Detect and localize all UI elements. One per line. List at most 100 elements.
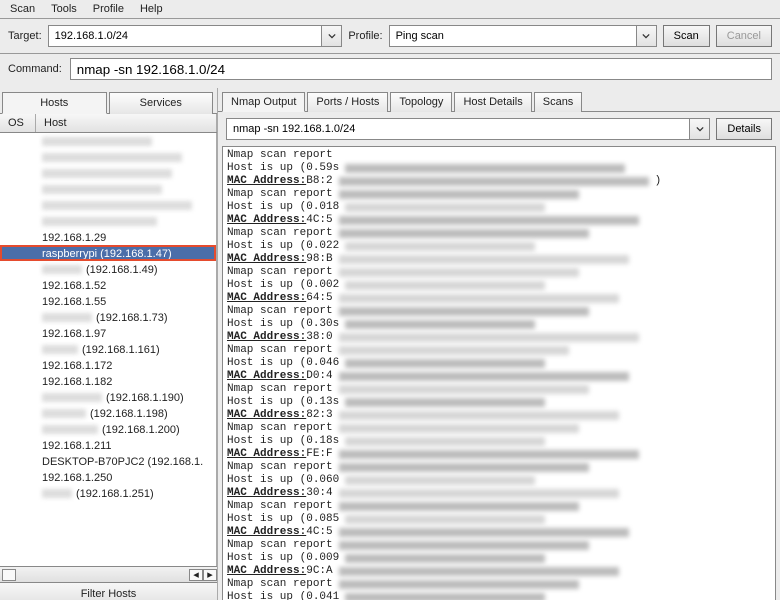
- scroll-left-arrow[interactable]: ◂: [189, 569, 203, 581]
- output-line: MAC Address: FE:F: [227, 448, 771, 461]
- tab-scans[interactable]: Scans: [534, 92, 583, 112]
- output-line: Host is up (0.046: [227, 357, 771, 370]
- redacted-text: [42, 409, 86, 418]
- output-line: Nmap scan report: [227, 383, 771, 396]
- scroll-right-arrow[interactable]: ▸: [203, 569, 217, 581]
- host-row[interactable]: 192.168.1.182: [0, 373, 216, 389]
- host-row[interactable]: 192.168.1.55: [0, 293, 216, 309]
- redacted-text: [339, 229, 589, 238]
- target-dropdown-arrow[interactable]: [321, 26, 341, 46]
- menu-help[interactable]: Help: [140, 3, 163, 15]
- host-row[interactable]: DESKTOP-B70PJC2 (192.168.1.: [0, 453, 216, 469]
- host-row[interactable]: [0, 197, 216, 213]
- host-row[interactable]: [0, 133, 216, 149]
- output-line: Nmap scan report: [227, 422, 771, 435]
- redacted-text: [42, 489, 72, 498]
- output-line: MAC Address: 30:4: [227, 487, 771, 500]
- scroll-thumb[interactable]: [2, 569, 16, 581]
- redacted-text: [42, 153, 182, 162]
- redacted-text: [42, 217, 157, 226]
- output-line: MAC Address: 82:3: [227, 409, 771, 422]
- host-row[interactable]: 192.168.1.29: [0, 229, 216, 245]
- menu-tools[interactable]: Tools: [51, 3, 77, 15]
- profile-combo[interactable]: [389, 25, 657, 47]
- redacted-text: [339, 567, 619, 576]
- output-scan-input[interactable]: [227, 121, 689, 137]
- host-row[interactable]: [0, 165, 216, 181]
- host-row[interactable]: 192.168.1.52: [0, 277, 216, 293]
- host-row[interactable]: (192.168.1.251): [0, 485, 216, 501]
- redacted-text: [339, 190, 579, 199]
- host-row[interactable]: (192.168.1.190): [0, 389, 216, 405]
- redacted-text: [345, 242, 535, 251]
- output-line: Nmap scan report: [227, 149, 771, 162]
- host-row[interactable]: (192.168.1.198): [0, 405, 216, 421]
- host-label: (192.168.1.190): [106, 392, 184, 404]
- col-os[interactable]: OS: [0, 114, 36, 132]
- host-list[interactable]: 192.168.1.29 raspberrypi (192.168.1.47) (…: [0, 133, 217, 566]
- host-row[interactable]: (192.168.1.200): [0, 421, 216, 437]
- host-label: 192.168.1.211: [42, 440, 112, 452]
- host-row[interactable]: (192.168.1.73): [0, 309, 216, 325]
- host-row[interactable]: 192.168.1.97: [0, 325, 216, 341]
- host-row[interactable]: [0, 181, 216, 197]
- nmap-output-text[interactable]: Nmap scan reportHost is up (0.59sMAC Add…: [222, 146, 776, 600]
- host-row[interactable]: [0, 213, 216, 229]
- redacted-text: [339, 372, 629, 381]
- redacted-text: [345, 320, 535, 329]
- filter-hosts-button[interactable]: Filter Hosts: [0, 582, 217, 600]
- host-label: 192.168.1.52: [42, 280, 106, 292]
- target-combo[interactable]: [48, 25, 343, 47]
- host-row[interactable]: (192.168.1.161): [0, 341, 216, 357]
- host-row[interactable]: [0, 149, 216, 165]
- host-label: raspberrypi (192.168.1.47): [42, 248, 172, 260]
- host-label: (192.168.1.200): [102, 424, 180, 436]
- redacted-text: [339, 411, 619, 420]
- output-line: Host is up (0.060: [227, 474, 771, 487]
- redacted-text: [339, 294, 619, 303]
- profile-dropdown-arrow[interactable]: [636, 26, 656, 46]
- tab-nmap-output[interactable]: Nmap Output: [222, 92, 305, 112]
- menu-profile[interactable]: Profile: [93, 3, 124, 15]
- target-input[interactable]: [49, 28, 322, 44]
- output-scan-arrow[interactable]: [689, 119, 709, 139]
- redacted-text: [339, 489, 619, 498]
- host-row[interactable]: raspberrypi (192.168.1.47): [0, 245, 216, 261]
- host-row[interactable]: 192.168.1.211: [0, 437, 216, 453]
- tab-services[interactable]: Services: [109, 92, 214, 114]
- output-line: MAC Address: B8:2): [227, 175, 771, 188]
- output-line: Nmap scan report: [227, 500, 771, 513]
- right-tabs: Nmap Output Ports / Hosts Topology Host …: [218, 88, 780, 112]
- host-row[interactable]: 192.168.1.172: [0, 357, 216, 373]
- output-line: Nmap scan report: [227, 227, 771, 240]
- output-bar: Details: [218, 112, 780, 146]
- tab-topology[interactable]: Topology: [390, 92, 452, 112]
- host-label: DESKTOP-B70PJC2 (192.168.1.: [42, 456, 203, 468]
- output-line: MAC Address: D0:4: [227, 370, 771, 383]
- host-label: (192.168.1.73): [96, 312, 168, 324]
- host-row[interactable]: (192.168.1.49): [0, 261, 216, 277]
- scan-button[interactable]: Scan: [663, 25, 710, 47]
- details-button[interactable]: Details: [716, 118, 772, 140]
- redacted-text: [339, 385, 589, 394]
- host-label: 192.168.1.250: [42, 472, 112, 484]
- redacted-text: [345, 359, 545, 368]
- col-host[interactable]: Host: [36, 114, 217, 132]
- profile-input[interactable]: [390, 28, 636, 44]
- horizontal-scrollbar[interactable]: ◂ ▸: [0, 566, 217, 582]
- output-line: Nmap scan report: [227, 578, 771, 591]
- menu-scan[interactable]: Scan: [10, 3, 35, 15]
- host-row[interactable]: 192.168.1.250: [0, 469, 216, 485]
- redacted-text: [339, 528, 629, 537]
- redacted-text: [345, 515, 545, 524]
- command-input[interactable]: [70, 58, 772, 80]
- output-line: MAC Address: 38:0: [227, 331, 771, 344]
- host-label: 192.168.1.172: [42, 360, 112, 372]
- tab-hosts[interactable]: Hosts: [2, 92, 107, 114]
- redacted-text: [339, 346, 569, 355]
- tab-host-details[interactable]: Host Details: [454, 92, 531, 112]
- output-scan-combo[interactable]: [226, 118, 710, 140]
- tab-ports-hosts[interactable]: Ports / Hosts: [307, 92, 388, 112]
- host-label: 192.168.1.97: [42, 328, 106, 340]
- host-label: 192.168.1.55: [42, 296, 106, 308]
